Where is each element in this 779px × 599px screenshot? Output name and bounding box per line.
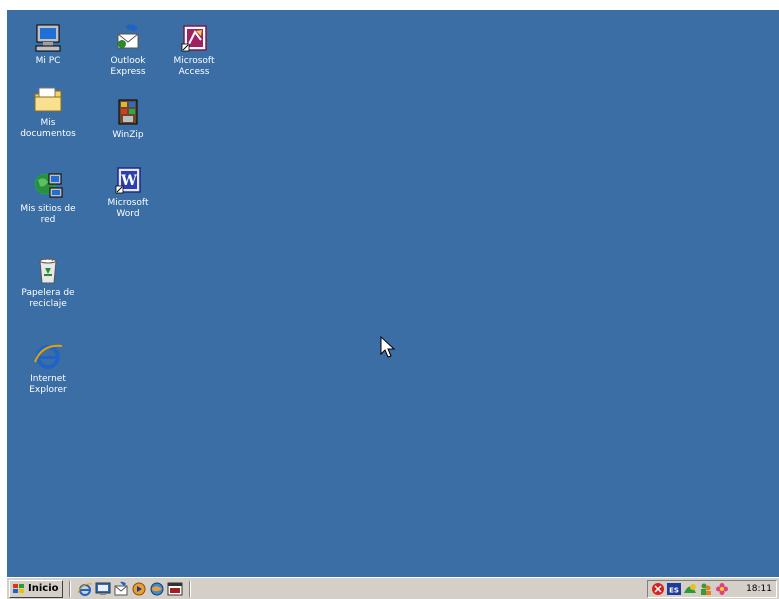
internet-explorer-icon — [77, 583, 93, 596]
desktop-icon-microsoft-word[interactable]: W Microsoft Word — [93, 164, 163, 220]
desktop-icon-winzip[interactable]: WinZip — [93, 96, 163, 141]
outlook-express-icon — [112, 22, 144, 54]
browser-icon — [150, 582, 164, 596]
svg-text:ES: ES — [669, 587, 679, 595]
mouse-pointer-icon — [380, 336, 396, 358]
start-button[interactable]: Inicio — [9, 580, 63, 598]
network-places-icon — [32, 170, 64, 202]
outlook-express-icon — [114, 581, 128, 596]
winzip-icon — [112, 96, 144, 128]
taskbar-separator — [189, 581, 191, 597]
desktop-icon-my-pc[interactable]: Mi PC — [13, 22, 83, 67]
tray-red-alert[interactable] — [651, 582, 665, 596]
my-computer-icon — [32, 22, 64, 54]
language-es-icon: ES — [667, 583, 681, 595]
desktop-icon-label: Microsoft Access — [173, 56, 215, 77]
desktop-icon-label: Mis sitios de red — [20, 204, 76, 225]
desktop-icon-internet-explorer[interactable]: Internet Explorer — [13, 340, 83, 396]
desktop-icon-network-places[interactable]: Mis sitios de red — [13, 170, 83, 226]
tray-flower[interactable] — [715, 582, 729, 596]
internet-explorer-icon — [32, 340, 64, 372]
desktop-icon-outlook-express[interactable]: Outlook Express — [93, 22, 163, 78]
desktop[interactable]: Mi PC Mis documentos Mis sitios de red P… — [7, 10, 779, 577]
flower-icon — [716, 583, 728, 595]
desktop-icon-recycle-bin[interactable]: Papelera de reciclaje — [13, 254, 83, 310]
quicklaunch-internet-explorer[interactable] — [77, 581, 93, 597]
taskbar-separator — [69, 581, 71, 597]
desktop-icon-my-documents[interactable]: Mis documentos — [13, 84, 83, 140]
desktop-icon-label: Mis documentos — [20, 118, 76, 139]
desktop-icon-label: Papelera de reciclaje — [21, 288, 75, 309]
red-alert-icon — [652, 583, 664, 595]
taskbar: Inicio ES 18:11 — [7, 577, 779, 599]
my-documents-folder-icon — [32, 84, 64, 116]
people-icon — [701, 583, 711, 595]
show-desktop-icon — [95, 582, 111, 595]
desktop-icon-label: WinZip — [112, 130, 144, 140]
media-player-icon — [132, 582, 146, 596]
window-icon — [167, 582, 183, 596]
recycle-bin-icon — [32, 254, 64, 286]
tray-network[interactable] — [683, 582, 697, 596]
desktop-icon-label: Mi PC — [35, 56, 61, 66]
microsoft-access-icon — [178, 22, 210, 54]
network-icon — [684, 584, 696, 593]
microsoft-word-icon: W — [112, 164, 144, 196]
tray-language[interactable]: ES — [667, 582, 681, 596]
windows-logo-icon — [13, 584, 24, 593]
desktop-icon-label: Microsoft Word — [107, 198, 149, 219]
desktop-icon-label: Outlook Express — [110, 56, 146, 77]
quicklaunch-browser[interactable] — [149, 581, 165, 597]
desktop-icon-label: Internet Explorer — [29, 374, 67, 395]
quicklaunch-media-player[interactable] — [131, 581, 147, 597]
start-label: Inicio — [28, 583, 59, 594]
clock[interactable]: 18:11 — [746, 583, 772, 595]
system-tray: ES 18:11 — [647, 580, 777, 598]
quicklaunch-show-desktop[interactable] — [95, 581, 111, 597]
quicklaunch-window[interactable] — [167, 581, 183, 597]
tray-people[interactable] — [699, 582, 713, 596]
quicklaunch-outlook-express[interactable] — [113, 581, 129, 597]
desktop-icon-microsoft-access[interactable]: Microsoft Access — [159, 22, 229, 78]
